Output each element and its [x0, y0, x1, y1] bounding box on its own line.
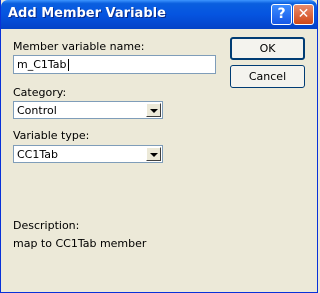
category-select[interactable]: Control: [13, 101, 163, 119]
title-bar: Add Member Variable ? ✕: [1, 0, 317, 29]
variable-type-select[interactable]: CC1Tab: [13, 145, 163, 163]
close-button[interactable]: ✕: [293, 4, 314, 25]
category-dropdown-arrow-icon[interactable]: [146, 103, 161, 117]
close-icon: ✕: [297, 6, 310, 22]
add-member-variable-dialog: Add Member Variable ? ✕ Member variable …: [0, 0, 318, 293]
dialog-title: Add Member Variable: [8, 6, 166, 21]
category-selected-value: Control: [17, 104, 57, 117]
description-text: map to CC1Tab member: [13, 237, 147, 250]
variable-type-selected-value: CC1Tab: [17, 148, 58, 161]
category-label: Category:: [13, 86, 67, 99]
help-button[interactable]: ?: [271, 4, 292, 25]
text-caret: [67, 59, 69, 71]
cancel-button[interactable]: Cancel: [230, 65, 305, 88]
ok-button[interactable]: OK: [230, 37, 305, 60]
member-variable-name-input[interactable]: m_C1Tab: [13, 55, 216, 74]
variable-type-label: Variable type:: [13, 129, 90, 142]
variable-type-dropdown-arrow-icon[interactable]: [146, 147, 161, 161]
description-label: Description:: [13, 219, 80, 232]
member-variable-name-label: Member variable name:: [13, 40, 145, 53]
help-icon: ?: [277, 6, 286, 22]
member-variable-name-value: m_C1Tab: [17, 58, 67, 71]
